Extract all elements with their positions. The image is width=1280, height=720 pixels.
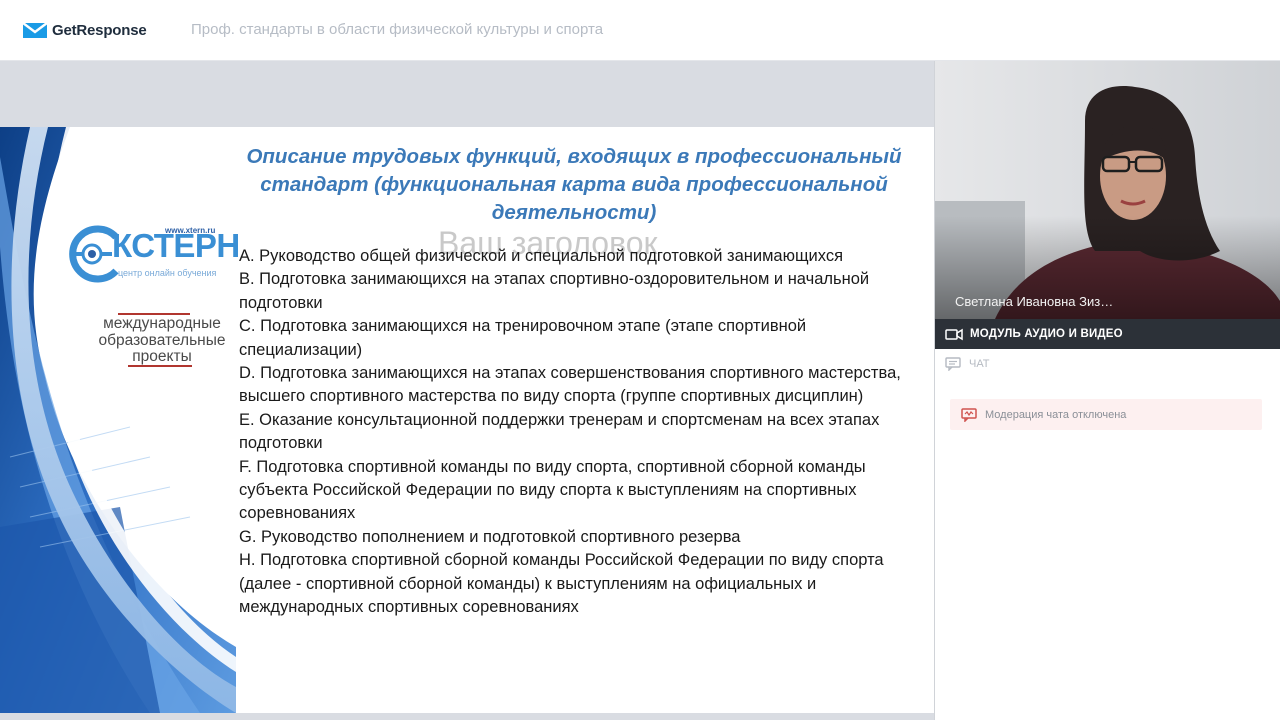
chat-header[interactable]: ЧАТ <box>935 349 1280 379</box>
chat-moderation-notice: Модерация чата отключена <box>950 399 1262 430</box>
logo-text: GetResponse <box>52 21 147 39</box>
speaker-name: Светлана Ивановна Зиз… <box>955 294 1114 309</box>
brand-program: международные образовательные проекты <box>98 315 226 365</box>
presentation-slide: www.xtern.ru КСТЕРН центр онлайн обучени… <box>0 127 935 713</box>
slide-body: A. Руководство общей физической и специа… <box>239 245 919 620</box>
chat-icon <box>945 357 961 371</box>
list-item: D. Подготовка занимающихся на этапах сов… <box>239 364 901 406</box>
video-camera-icon <box>945 328 963 340</box>
list-item: G. Руководство пополнением и подготовкой… <box>239 527 741 546</box>
list-item: C. Подготовка занимающихся на тренировоч… <box>239 317 807 359</box>
chat-moderation-text: Модерация чата отключена <box>985 408 1127 421</box>
getresponse-logo[interactable]: GetResponse <box>22 19 147 41</box>
slide-decoration <box>0 127 236 713</box>
list-item: H. Подготовка спортивной сборной команды… <box>239 551 884 617</box>
av-module-label: МОДУЛЬ АУДИО И ВИДЕО <box>970 328 1123 340</box>
chat-warning-icon <box>961 407 977 422</box>
list-item: F. Подготовка спортивной команды по виду… <box>239 457 866 523</box>
list-item: A. Руководство общей физической и специа… <box>239 247 844 265</box>
top-bar: GetResponse Проф. стандарты в области фи… <box>0 0 1280 61</box>
webinar-title: Проф. стандарты в области физической кул… <box>191 21 604 38</box>
divider-bottom <box>128 365 192 367</box>
list-item: E. Оказание консультационной поддержки т… <box>239 410 880 453</box>
brand-tagline: центр онлайн обучения <box>118 268 217 278</box>
chat-label: ЧАТ <box>969 358 990 370</box>
brand-name: КСТЕРН <box>112 227 240 264</box>
webcam-video[interactable]: Светлана Ивановна Зиз… <box>935 61 1280 319</box>
av-module-header[interactable]: МОДУЛЬ АУДИО И ВИДЕО <box>935 319 1280 349</box>
presenter-image <box>935 61 1280 319</box>
presentation-area: www.xtern.ru КСТЕРН центр онлайн обучени… <box>0 61 935 720</box>
slide-title: Описание трудовых функций, входящих в пр… <box>246 145 902 224</box>
chat-panel <box>935 379 1280 720</box>
envelope-icon <box>22 22 48 38</box>
list-item: B. Подготовка занимающихся на этапах спо… <box>239 270 870 312</box>
